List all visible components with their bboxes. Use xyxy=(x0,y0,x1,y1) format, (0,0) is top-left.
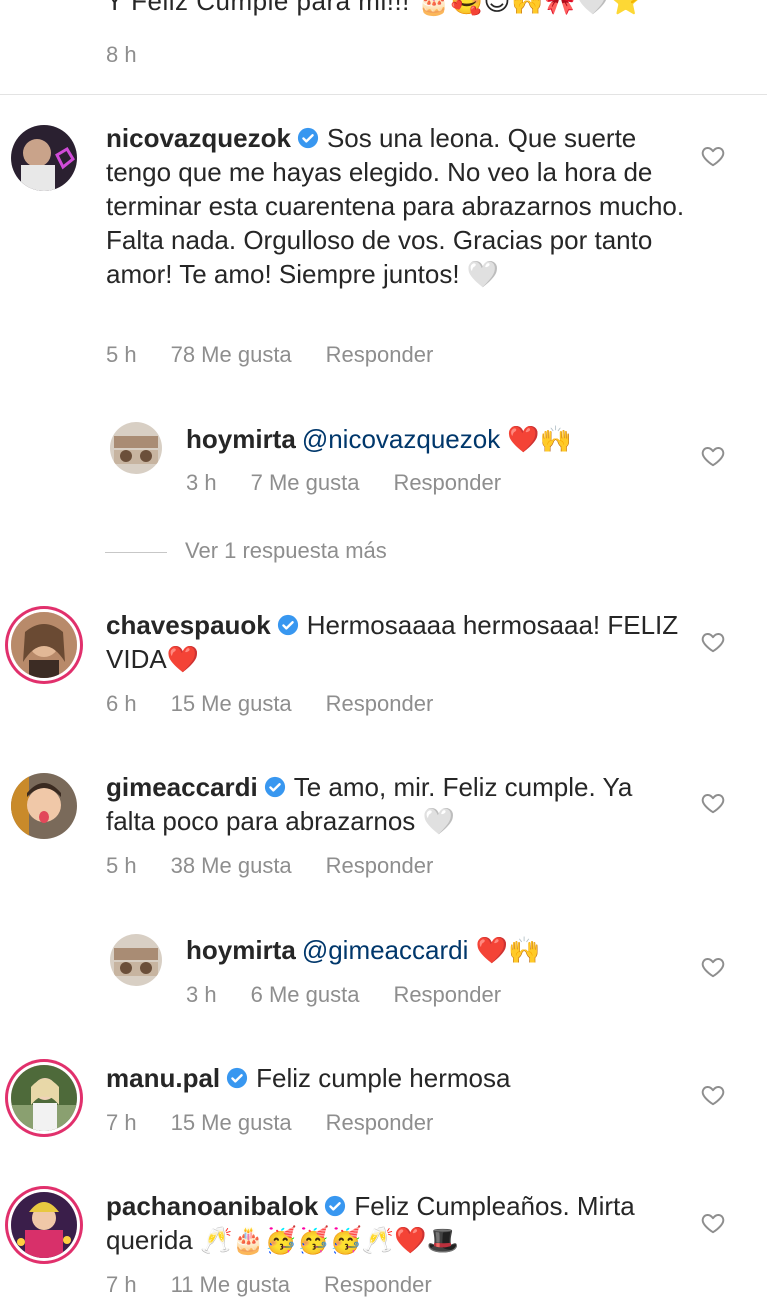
previous-comment-text: Y Feliz Cumple para mi!!! 🎂🥰😇🙌🎀🤍⭐ xyxy=(106,0,643,16)
mention-link[interactable]: @gimeaccardi xyxy=(302,935,469,965)
comment-time: 5 h xyxy=(106,853,137,878)
reply-button[interactable]: Responder xyxy=(326,1110,434,1135)
heart-raised-hands-icon: ❤️🙌 xyxy=(500,424,573,454)
avatar[interactable] xyxy=(11,125,77,191)
avatar[interactable] xyxy=(110,934,162,986)
heart-outline-icon[interactable] xyxy=(700,954,726,980)
comment-meta: 7 h 15 Me gusta Responder xyxy=(106,1110,467,1136)
like-count[interactable]: 15 Me gusta xyxy=(171,1110,292,1135)
comment-body: pachanoanibalok Feliz Cumpleaños. Mirta q… xyxy=(106,1189,686,1257)
heart-outline-icon[interactable] xyxy=(700,443,726,469)
like-count[interactable]: 7 Me gusta xyxy=(251,470,360,495)
username[interactable]: hoymirta xyxy=(186,424,296,454)
heart-raised-hands-icon: ❤️🙌 xyxy=(468,935,541,965)
divider-line xyxy=(105,551,167,553)
verified-badge-icon xyxy=(325,1195,346,1217)
comment-meta: 3 h 7 Me gusta Responder xyxy=(186,470,535,496)
comment-meta: 3 h 6 Me gusta Responder xyxy=(186,982,535,1008)
previous-comment-fragment: Y Feliz Cumple para mi!!! 🎂🥰😇🙌🎀🤍⭐ 8 h xyxy=(0,0,767,95)
reply-button[interactable]: Responder xyxy=(326,853,434,878)
username[interactable]: pachanoanibalok xyxy=(106,1191,318,1221)
like-count[interactable]: 6 Me gusta xyxy=(251,982,360,1007)
verified-badge-icon xyxy=(227,1067,248,1089)
comment-body: nicovazquezok Sos una leona. Que suerte t… xyxy=(106,121,686,291)
comment-meta: 5 h 78 Me gusta Responder xyxy=(106,342,467,368)
heart-outline-icon[interactable] xyxy=(700,143,726,169)
username[interactable]: gimeaccardi xyxy=(106,772,258,802)
username[interactable]: nicovazquezok xyxy=(106,123,291,153)
avatar[interactable] xyxy=(110,422,162,474)
previous-comment-time: 8 h xyxy=(106,42,137,67)
heart-outline-icon[interactable] xyxy=(700,1082,726,1108)
avatar[interactable] xyxy=(11,1065,77,1131)
comment-body: hoymirta @gimeaccardi ❤️🙌 xyxy=(186,933,686,967)
view-more-label: Ver 1 respuesta más xyxy=(185,538,387,563)
like-count[interactable]: 38 Me gusta xyxy=(171,853,292,878)
comment-time: 3 h xyxy=(186,470,217,495)
comment-meta: 5 h 38 Me gusta Responder xyxy=(106,853,467,879)
comment-body: manu.pal Feliz cumple hermosa xyxy=(106,1061,686,1095)
reply-button[interactable]: Responder xyxy=(324,1272,432,1297)
comment-meta: 7 h 11 Me gusta Responder xyxy=(106,1272,466,1298)
heart-outline-icon[interactable] xyxy=(700,1210,726,1236)
view-more-replies-button[interactable]: Ver 1 respuesta más xyxy=(105,538,387,564)
reply-button[interactable]: Responder xyxy=(326,342,434,367)
username[interactable]: chavespauok xyxy=(106,610,271,640)
white-heart-icon: 🤍 xyxy=(422,806,455,836)
red-heart-icon: ❤️ xyxy=(166,644,200,674)
comment-meta: 6 h 15 Me gusta Responder xyxy=(106,691,467,717)
username[interactable]: manu.pal xyxy=(106,1063,220,1093)
white-heart-icon: 🤍 xyxy=(466,259,500,289)
like-count[interactable]: 15 Me gusta xyxy=(171,691,292,716)
heart-outline-icon[interactable] xyxy=(700,629,726,655)
celebration-emoji-icons: 🥂🎂🥳🥳🥳🥂❤️🎩 xyxy=(199,1225,459,1255)
mention-link[interactable]: @nicovazquezok xyxy=(302,424,500,454)
comment-time: 5 h xyxy=(106,342,137,367)
comment-text: Feliz cumple hermosa xyxy=(256,1063,511,1093)
comment-body: gimeaccardi Te amo, mir. Feliz cumple. Ya… xyxy=(106,770,686,838)
verified-badge-icon xyxy=(264,776,285,798)
avatar[interactable] xyxy=(11,612,77,678)
avatar[interactable] xyxy=(11,773,77,839)
reply-button[interactable]: Responder xyxy=(393,470,501,495)
avatar[interactable] xyxy=(11,1192,77,1258)
comment-body: hoymirta @nicovazquezok ❤️🙌 xyxy=(186,422,686,456)
comment-time: 6 h xyxy=(106,691,137,716)
like-count[interactable]: 78 Me gusta xyxy=(171,342,292,367)
username[interactable]: hoymirta xyxy=(186,935,296,965)
verified-badge-icon xyxy=(297,127,319,149)
reply-button[interactable]: Responder xyxy=(393,982,501,1007)
comment-time: 7 h xyxy=(106,1272,137,1297)
reply-button[interactable]: Responder xyxy=(326,691,434,716)
comment-body: chavespauok Hermosaaaa hermosaaa! FELIZ V… xyxy=(106,608,686,676)
comment-time: 3 h xyxy=(186,982,217,1007)
heart-outline-icon[interactable] xyxy=(700,790,726,816)
comment-time: 7 h xyxy=(106,1110,137,1135)
like-count[interactable]: 11 Me gusta xyxy=(171,1272,290,1297)
verified-badge-icon xyxy=(277,614,298,636)
